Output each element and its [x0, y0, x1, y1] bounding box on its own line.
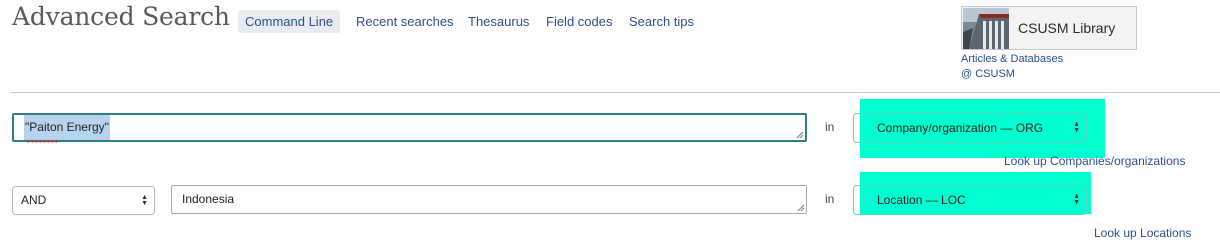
in-label-2: in [825, 192, 835, 206]
search-input-2-value: Indonesia [182, 192, 235, 206]
field-select-1-value: Company/organization — ORG [877, 121, 1044, 135]
search-input-1[interactable]: "Paiton Energy" [12, 113, 807, 143]
in-label-1: in [825, 120, 835, 134]
boolean-operator-select[interactable]: AND ▲ ▼ [12, 186, 155, 215]
library-building-icon [963, 8, 1009, 49]
search-input-1-value: "Paiton Energy" [25, 120, 109, 134]
library-name: CSUSM Library [1018, 20, 1116, 36]
tab-field-codes[interactable]: Field codes [546, 10, 612, 33]
tab-search-tips[interactable]: Search tips [629, 10, 694, 33]
field-select-2[interactable]: Location — LOC ▲ ▼ [853, 185, 1087, 215]
boolean-operator-value: AND [21, 193, 47, 207]
select-arrows-icon: ▲ ▼ [1073, 121, 1080, 134]
spellcheck-underline [27, 140, 57, 143]
resize-grip-icon[interactable] [796, 131, 804, 139]
library-subtitle-line2[interactable]: @ CSUSM [961, 68, 1015, 80]
select-arrows-icon: ▲ ▼ [141, 193, 148, 207]
field-select-1[interactable]: Company/organization — ORG ▲ ▼ [853, 113, 1087, 143]
page-title: Advanced Search [12, 2, 230, 31]
search-input-2[interactable]: Indonesia [171, 185, 807, 214]
field-select-2-value: Location — LOC [877, 193, 966, 207]
lookup-locations-link[interactable]: Look up Locations [1094, 226, 1191, 240]
header-divider [10, 92, 1220, 93]
library-subtitle-line1[interactable]: Articles & Databases [961, 53, 1063, 65]
search-input-1-text: "Paiton Energy" [24, 115, 110, 143]
tab-command-line[interactable]: Command Line [238, 10, 341, 33]
library-logo[interactable]: CSUSM Library [961, 6, 1137, 50]
tab-thesaurus[interactable]: Thesaurus [468, 10, 529, 33]
advanced-search-page: Advanced Search Command Line Recent sear… [0, 0, 1220, 242]
select-arrows-icon: ▲ ▼ [1073, 193, 1080, 206]
lookup-companies-link[interactable]: Look up Companies/organizations [1004, 154, 1185, 168]
resize-grip-icon[interactable] [797, 204, 805, 212]
tab-recent-searches[interactable]: Recent searches [356, 10, 454, 33]
